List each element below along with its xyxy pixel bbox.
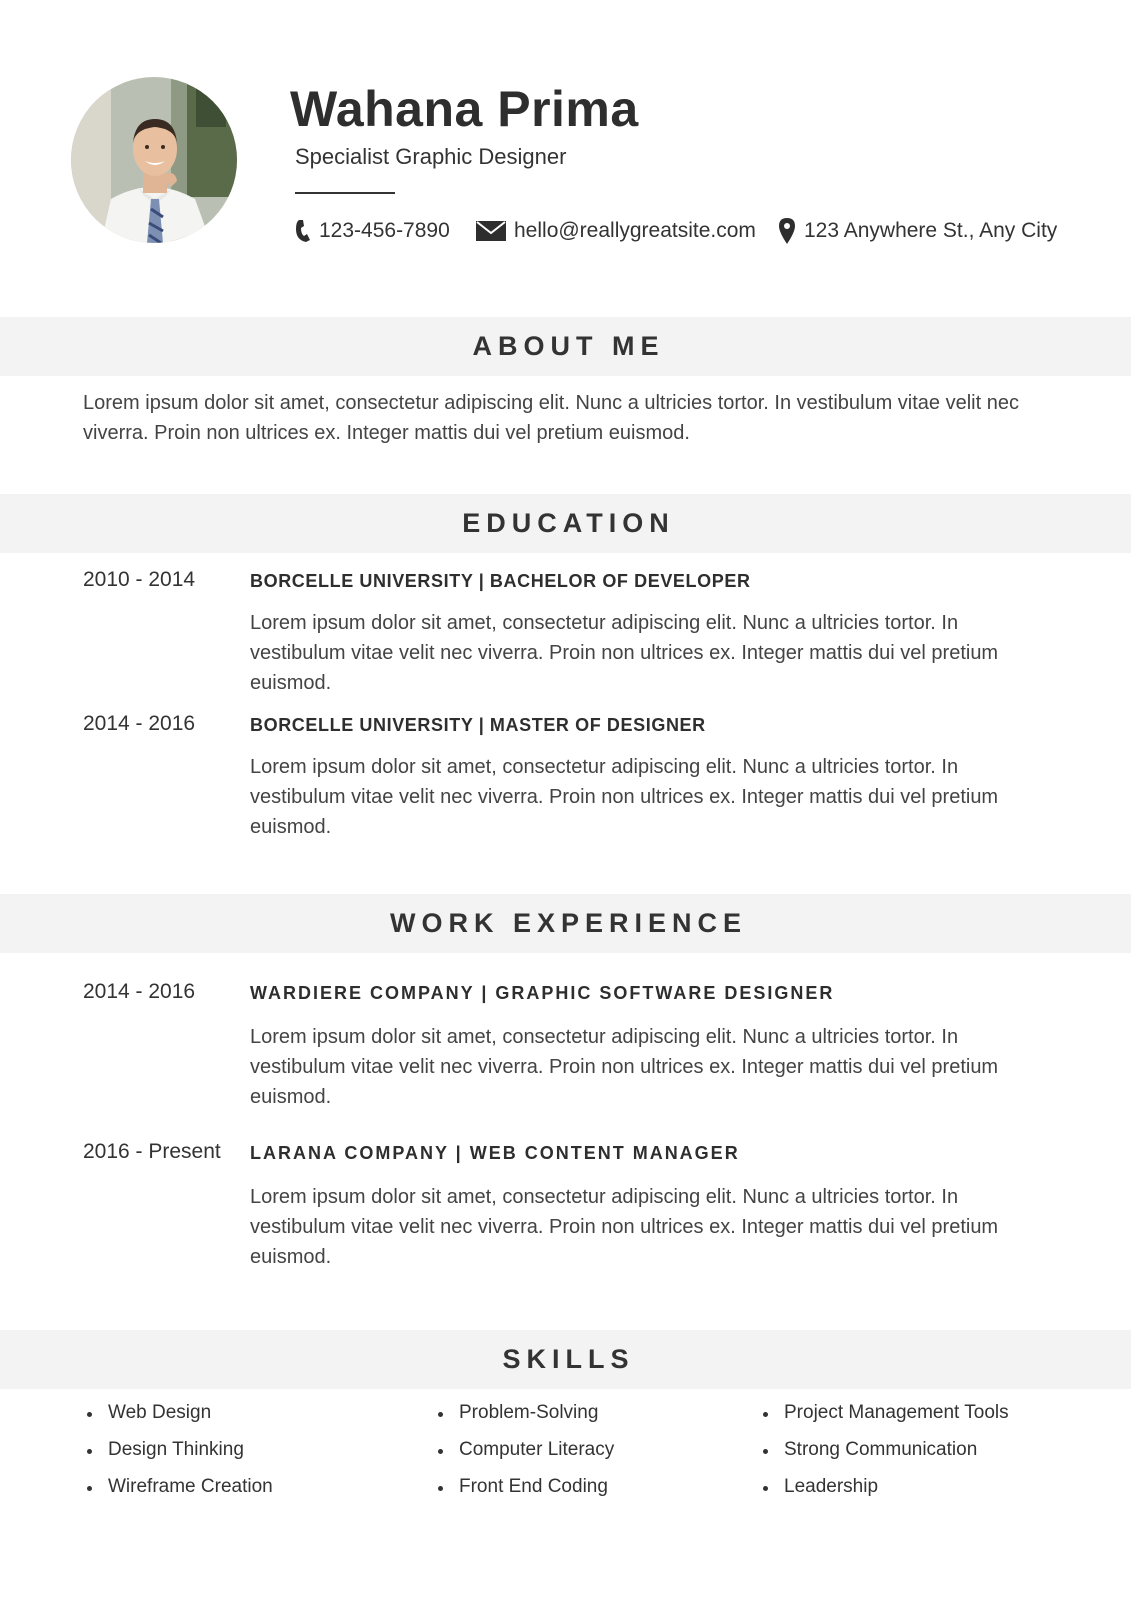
work-heading: WORK EXPERIENCE <box>389 908 748 938</box>
skills-list: Problem-Solving Computer Literacy Front … <box>434 1402 614 1513</box>
phone-icon <box>296 220 310 242</box>
education-period: 2010 - 2014 <box>83 568 196 591</box>
job-title: Specialist Graphic Designer <box>295 144 567 169</box>
skill-item: Project Management Tools <box>759 1402 1009 1439</box>
work-header: WORK EXPERIENCE <box>0 894 1131 953</box>
education-heading: EDUCATION <box>462 508 675 538</box>
skills-list: Web Design Design Thinking Wireframe Cre… <box>83 1402 273 1513</box>
education-period: 2014 - 2016 <box>83 712 196 735</box>
education-title: BORCELLE UNIVERSITY | BACHELOR OF DEVELO… <box>250 571 751 591</box>
phone-number: 123-456-7890 <box>319 219 450 242</box>
skill-item: Web Design <box>83 1402 273 1439</box>
education-description: Lorem ipsum dolor sit amet, consectetur … <box>250 756 999 838</box>
profile-photo <box>71 77 237 243</box>
about-heading: ABOUT ME <box>472 331 665 361</box>
skill-item: Computer Literacy <box>434 1439 614 1476</box>
skills-list: Project Management Tools Strong Communic… <box>759 1402 1009 1513</box>
skill-item: Problem-Solving <box>434 1402 614 1439</box>
education-title: BORCELLE UNIVERSITY | MASTER OF DESIGNER <box>250 715 706 735</box>
location-pin-icon <box>779 218 795 244</box>
title-divider <box>295 192 395 194</box>
education-header: EDUCATION <box>0 494 1131 553</box>
skills-heading: SKILLS <box>502 1344 635 1374</box>
work-description: Lorem ipsum dolor sit amet, consectetur … <box>250 1026 999 1108</box>
work-period: 2016 - Present <box>83 1140 221 1163</box>
work-title: WARDIERE COMPANY | GRAPHIC SOFTWARE DESI… <box>250 983 835 1003</box>
work-description: Lorem ipsum dolor sit amet, consectetur … <box>250 1186 999 1268</box>
mail-icon <box>476 221 506 241</box>
skills-header: SKILLS <box>0 1330 1131 1389</box>
contact-address: 123 Anywhere St., Any City <box>778 216 1057 246</box>
skill-item: Strong Communication <box>759 1439 1009 1476</box>
street-address: 123 Anywhere St., Any City <box>804 219 1058 242</box>
about-text: Lorem ipsum dolor sit amet, consectetur … <box>83 392 1019 444</box>
skill-item: Design Thinking <box>83 1439 273 1476</box>
email-address: hello@reallygreatsite.com <box>514 219 756 242</box>
skill-item: Wireframe Creation <box>83 1476 273 1513</box>
about-header: ABOUT ME <box>0 317 1131 376</box>
skill-item: Front End Coding <box>434 1476 614 1513</box>
skill-item: Leadership <box>759 1476 1009 1513</box>
contact-email: hello@reallygreatsite.com <box>476 216 756 246</box>
work-title: LARANA COMPANY | WEB CONTENT MANAGER <box>250 1143 740 1163</box>
education-description: Lorem ipsum dolor sit amet, consectetur … <box>250 612 999 694</box>
candidate-name: Wahana Prima <box>290 81 639 137</box>
contact-phone: 123-456-7890 <box>295 216 450 246</box>
work-period: 2014 - 2016 <box>83 980 196 1003</box>
